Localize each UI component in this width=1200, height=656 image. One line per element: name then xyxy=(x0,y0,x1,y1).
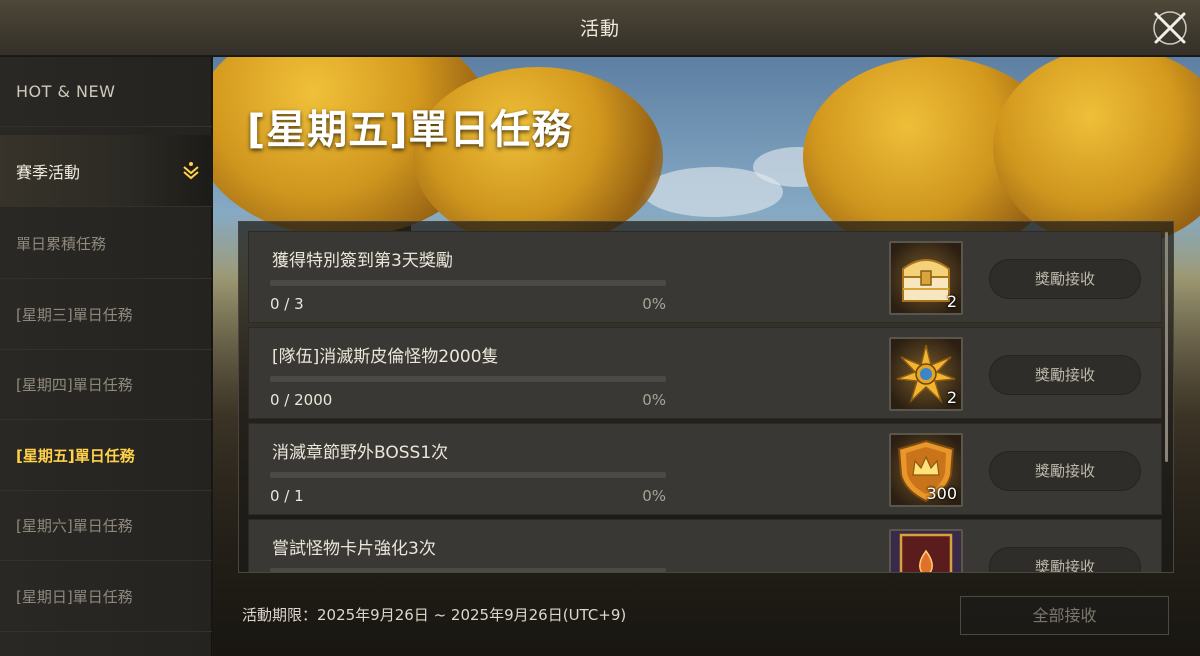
close-button[interactable] xyxy=(1150,8,1190,48)
sidebar-item-label: 單日累積任務 xyxy=(16,235,107,253)
mission-row: 嘗試怪物卡片強化3次 獎勵接收 xyxy=(248,519,1162,572)
claim-reward-button[interactable]: 獎勵接收 xyxy=(989,259,1141,299)
monster-card-icon xyxy=(891,531,961,572)
progress-count: 0 / 1 xyxy=(270,487,304,505)
progress-percent: 0% xyxy=(642,295,666,313)
event-period: 活動期限：2025年9月26日 ~ 2025年9月26日(UTC+9) xyxy=(242,606,627,624)
sidebar-item-label: [星期六]單日任務 xyxy=(16,517,133,535)
reward-item[interactable]: 2 xyxy=(889,241,963,315)
mission-title: 獲得特別簽到第3天獎勵 xyxy=(272,251,453,271)
sidebar-item-saturday[interactable]: [星期六]單日任務 xyxy=(0,491,212,561)
sidebar-item-label: [星期日]單日任務 xyxy=(16,588,133,606)
scrollbar[interactable] xyxy=(1165,232,1168,462)
claim-reward-button[interactable]: 獎勵接收 xyxy=(989,547,1141,572)
reward-quantity: 300 xyxy=(926,484,957,503)
event-content: [星期五]單日任務 獲得特別簽到第3天獎勵 0 / 3 0% 2 獎勵接收 [隊… xyxy=(213,57,1200,656)
progress-bar xyxy=(270,472,666,478)
progress-count: 0 / 2000 xyxy=(270,391,333,409)
mission-list[interactable]: 獲得特別簽到第3天獎勵 0 / 3 0% 2 獎勵接收 [隊伍]消滅斯皮倫怪物2… xyxy=(238,221,1174,573)
progress-percent: 0% xyxy=(642,391,666,409)
sidebar-item-label: HOT & NEW xyxy=(16,82,116,101)
sidebar-item-friday[interactable]: [星期五]單日任務 xyxy=(0,421,212,491)
page-title: [星期五]單日任務 xyxy=(247,107,573,153)
sidebar-item-sunday[interactable]: [星期日]單日任務 xyxy=(0,562,212,632)
reward-quantity: 2 xyxy=(946,388,957,407)
claim-reward-button[interactable]: 獎勵接收 xyxy=(989,451,1141,491)
sidebar-item-label: [星期三]單日任務 xyxy=(16,306,133,324)
mission-title: 嘗試怪物卡片強化3次 xyxy=(272,539,436,559)
event-sidebar: HOT & NEW 賽季活動 單日累積任務 [星期三]單日任務 [星期四]單日任… xyxy=(0,57,212,656)
window-title: 活動 xyxy=(579,18,620,40)
mission-row: 消滅章節野外BOSS1次 0 / 1 0% 300 獎勵接收 xyxy=(248,423,1162,515)
progress-percent: 0% xyxy=(642,487,666,505)
sidebar-item-wednesday[interactable]: [星期三]單日任務 xyxy=(0,280,212,350)
mission-title: 消滅章節野外BOSS1次 xyxy=(272,443,449,463)
sidebar-item-label: [星期五]單日任務 xyxy=(16,447,135,465)
close-icon xyxy=(1153,11,1187,45)
reward-item[interactable]: 300 xyxy=(889,433,963,507)
header-bar: 活動 xyxy=(0,0,1200,56)
progress-bar xyxy=(270,280,666,286)
mission-title: [隊伍]消滅斯皮倫怪物2000隻 xyxy=(272,347,499,367)
progress-count: 0 / 3 xyxy=(270,295,304,313)
sidebar-item-label: 賽季活動 xyxy=(16,162,81,182)
sidebar-section-season-event[interactable]: 賽季活動 xyxy=(0,135,212,207)
claim-all-button[interactable]: 全部接收 xyxy=(960,596,1169,635)
collapse-arrow-icon xyxy=(183,162,199,180)
progress-bar xyxy=(270,376,666,382)
mission-row: [隊伍]消滅斯皮倫怪物2000隻 0 / 2000 0% 2 獎勵接收 xyxy=(248,327,1162,419)
reward-quantity: 2 xyxy=(946,292,957,311)
mission-row: 獲得特別簽到第3天獎勵 0 / 3 0% 2 獎勵接收 xyxy=(248,231,1162,323)
sidebar-item-thursday[interactable]: [星期四]單日任務 xyxy=(0,350,212,420)
claim-reward-button[interactable]: 獎勵接收 xyxy=(989,355,1141,395)
progress-bar xyxy=(270,568,666,572)
sidebar-item-label: [星期四]單日任務 xyxy=(16,376,133,394)
sidebar-item-daily-cumulative[interactable]: 單日累積任務 xyxy=(0,209,212,279)
reward-item[interactable]: 2 xyxy=(889,337,963,411)
reward-item[interactable] xyxy=(889,529,963,572)
sidebar-item-hot-new[interactable]: HOT & NEW xyxy=(0,57,212,127)
